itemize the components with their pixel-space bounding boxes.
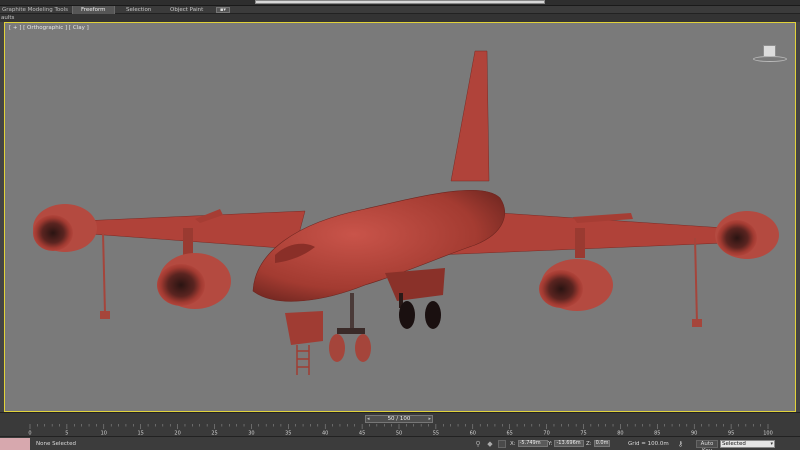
selection-status: None Selected <box>36 441 76 447</box>
command-input[interactable] <box>255 0 545 4</box>
selection-set-value: Selected <box>722 441 746 447</box>
selection-set-dropdown[interactable]: Selected ▾ <box>720 440 775 448</box>
ribbon: Graphite Modeling Tools Freeform Selecti… <box>0 6 800 14</box>
time-slider[interactable]: ◂ 50 / 100 ▸ <box>365 415 433 423</box>
z-coordinate: Z: 0.0m <box>586 440 610 448</box>
cube-ring[interactable] <box>753 56 787 62</box>
perspective-viewport[interactable]: [ + ] [ Orthographic ] [ Clay ] <box>4 22 796 412</box>
grid-size: Grid = 100.0m <box>628 441 669 447</box>
chevron-down-icon[interactable]: ▾ <box>770 441 773 448</box>
ribbon-dropdown-icon[interactable]: ▪▾ <box>216 7 230 13</box>
isolate-icon[interactable]: ◆ <box>486 440 494 448</box>
engine-right-outer <box>715 211 779 259</box>
x-field[interactable]: -5.749m <box>517 440 548 447</box>
track-bar-ruler[interactable]: 0 5 10 15 20 25 30 35 40 45 50 55 60 65 70 75 80 85 90 95 10… <box>0 424 800 436</box>
ribbon-title: Graphite Modeling Tools <box>2 7 69 13</box>
sub-toolbar: aults <box>0 14 800 22</box>
x-label: X: <box>510 441 516 447</box>
auto-key-button[interactable]: Auto Key <box>696 440 718 450</box>
right-panel-edge <box>796 22 800 412</box>
view-cube-icon[interactable] <box>752 41 792 65</box>
boarding-ladder <box>296 345 310 375</box>
y-field[interactable]: -13.696m <box>554 440 585 447</box>
maxscript-listener[interactable] <box>0 438 30 450</box>
workspace-label: aults <box>1 15 15 21</box>
engine-right-inner <box>539 259 613 311</box>
y-label: Y: <box>548 441 553 447</box>
tail-fin <box>450 50 490 182</box>
timeline[interactable]: ◂ 50 / 100 ▸ <box>0 412 800 424</box>
lock-icon[interactable]: ⚲ <box>474 440 482 448</box>
z-field[interactable]: 0.0m <box>593 440 610 447</box>
tab-selection[interactable]: Selection <box>118 6 159 14</box>
tab-object-paint[interactable]: Object Paint <box>162 6 211 14</box>
ruler-ticks: 0 5 10 15 20 25 30 35 40 45 50 55 60 65 70 75 80 85 90 95 10… <box>28 424 773 436</box>
chevron-right-icon[interactable]: ▸ <box>428 416 431 422</box>
z-label: Z: <box>586 441 592 447</box>
time-slider-label: 50 / 100 <box>387 416 411 422</box>
status-bar: None Selected ⚲ ◆ X: -5.749m Y: -13.696m Z… <box>0 436 800 450</box>
engine-left-outer <box>33 204 97 252</box>
engine-left-inner <box>157 253 231 309</box>
y-coordinate: Y: -13.696m <box>548 440 585 448</box>
absolute-mode-button[interactable] <box>498 440 506 448</box>
main-landing-gear <box>329 293 441 362</box>
aircraft-model <box>33 50 779 375</box>
tab-freeform[interactable]: Freeform <box>72 6 115 14</box>
x-coordinate: X: -5.749m <box>510 440 548 448</box>
chevron-left-icon[interactable]: ◂ <box>367 416 370 422</box>
key-icon[interactable]: ⚷ <box>678 440 692 448</box>
